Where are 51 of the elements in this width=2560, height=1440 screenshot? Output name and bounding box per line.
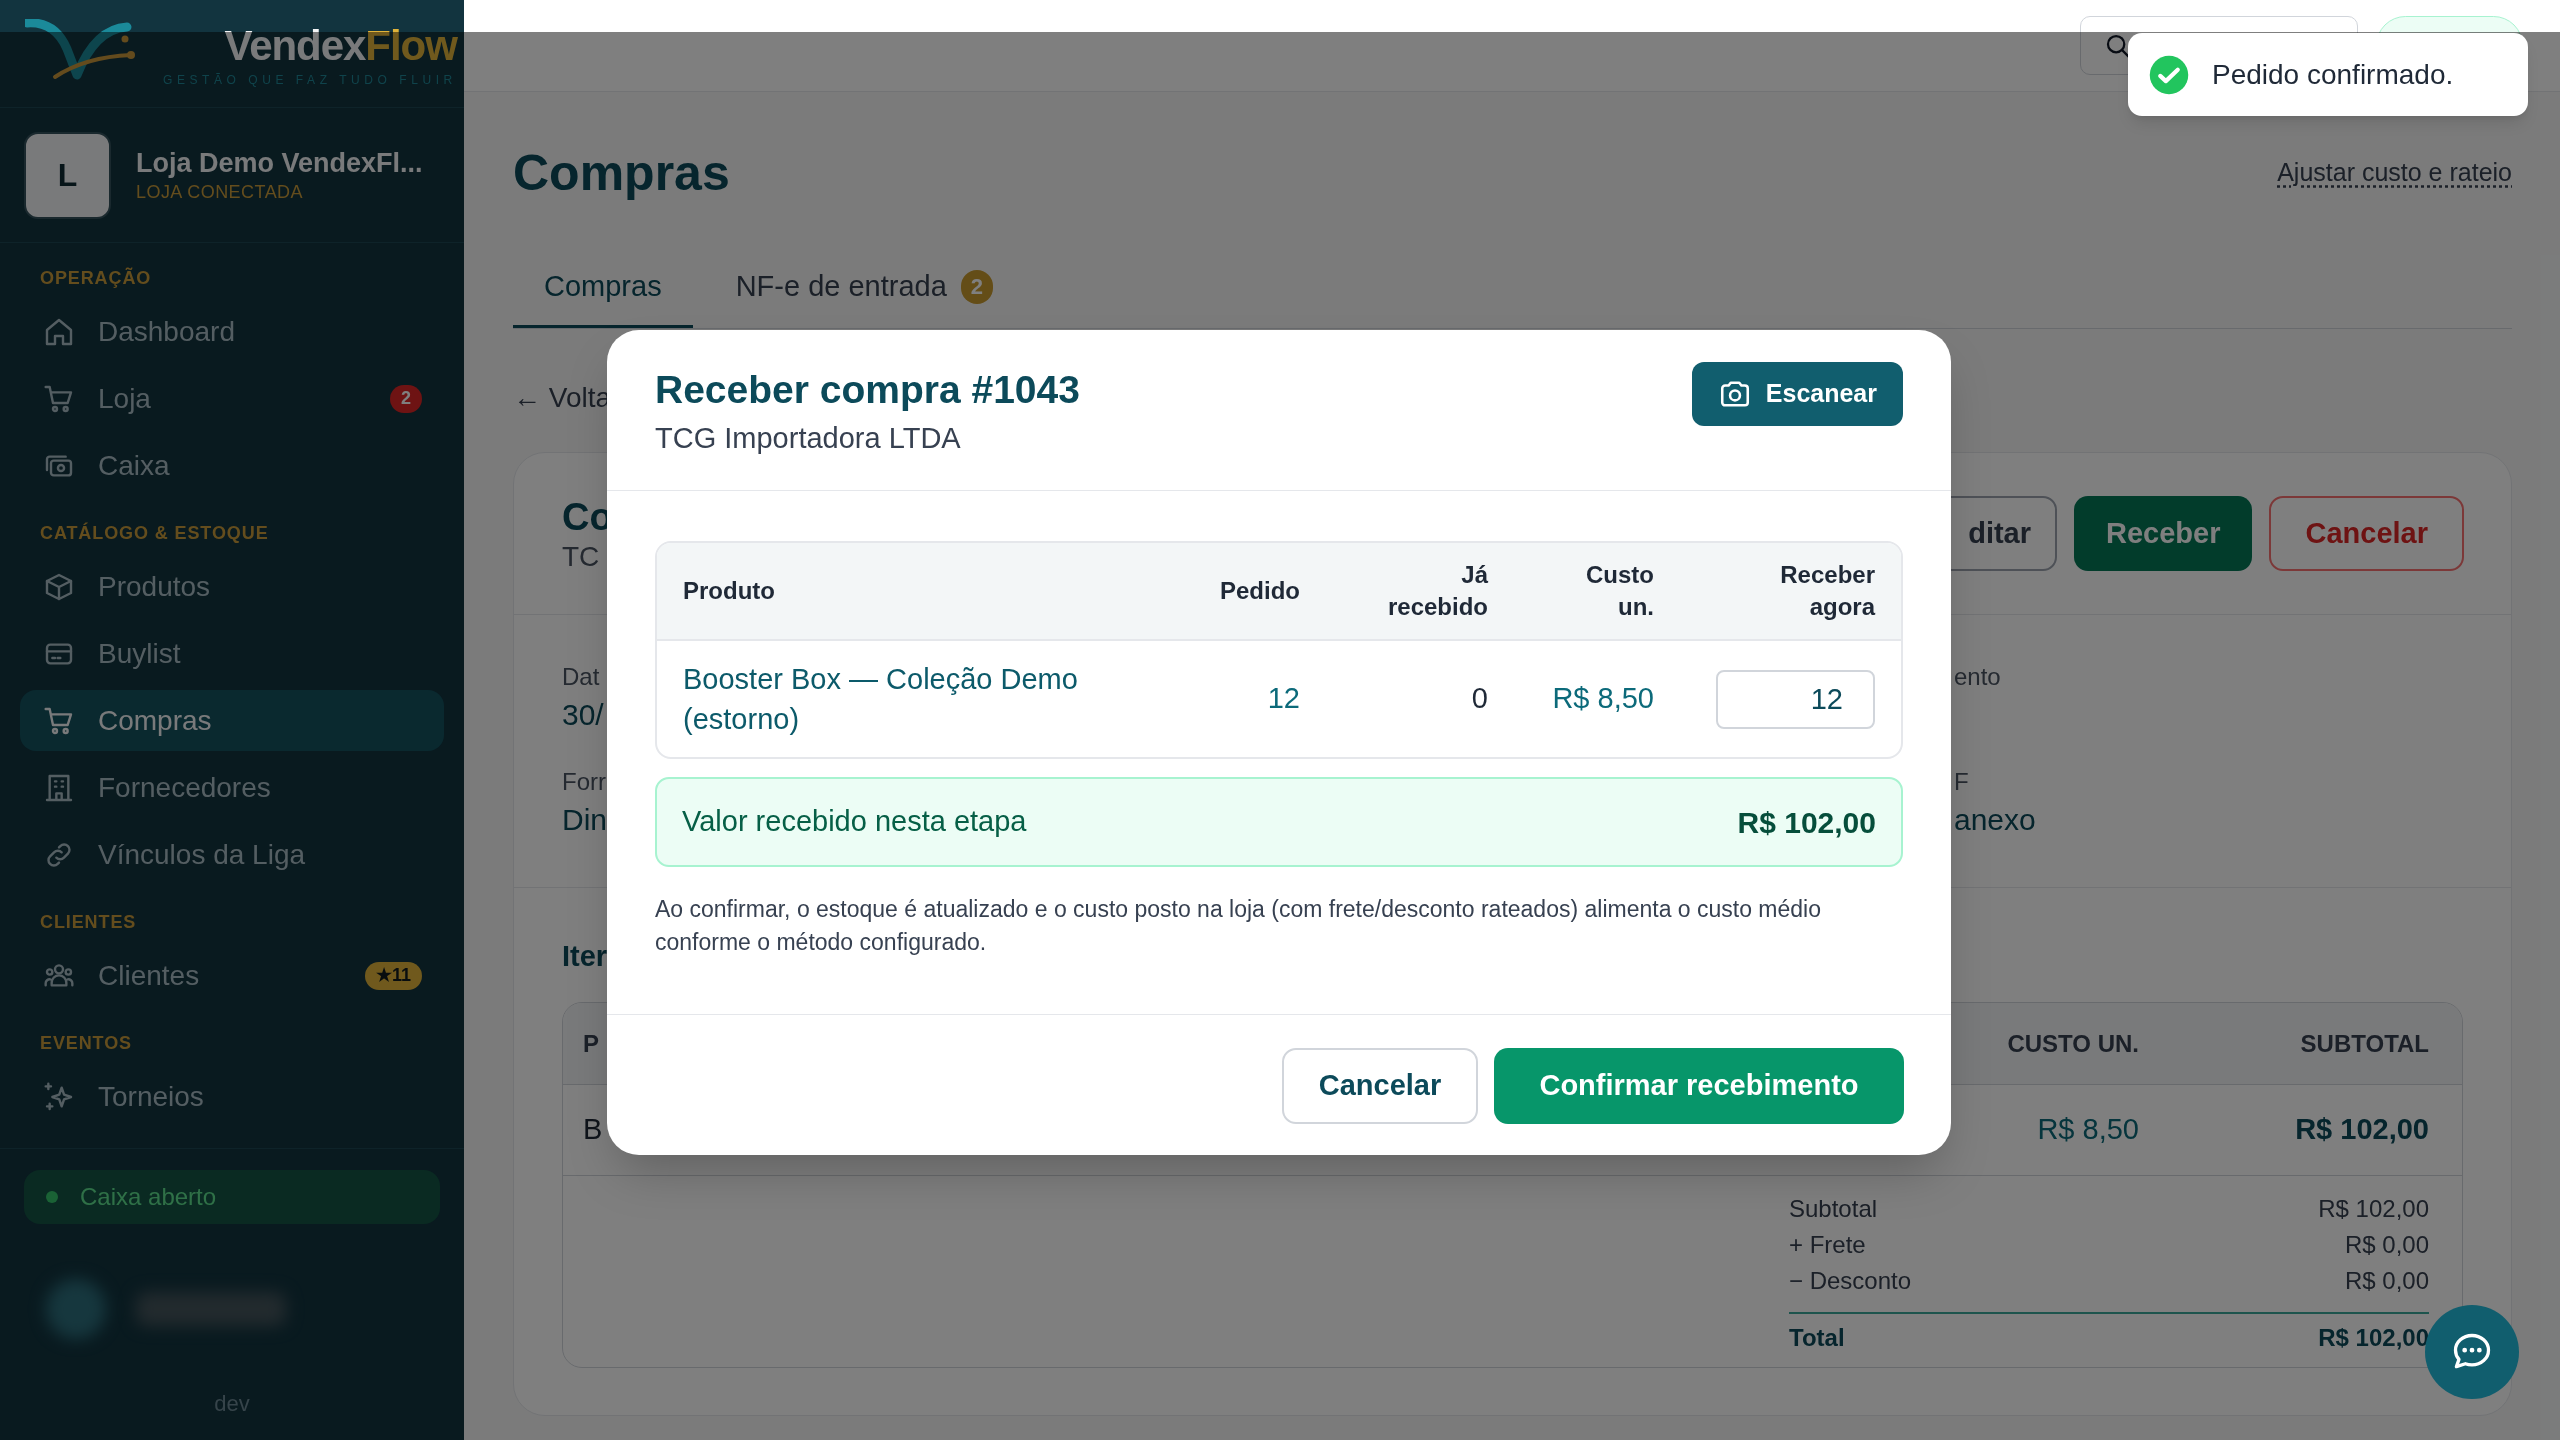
total-value: R$ 102,00 bbox=[2318, 1323, 2429, 1353]
total-label: − Desconto bbox=[1789, 1266, 1912, 1296]
store-avatar: L bbox=[24, 131, 111, 219]
table-cell-text: 12 bbox=[1266, 681, 1300, 717]
detail-label: Dat bbox=[562, 662, 600, 692]
summary-label: Valor recebido nesta etapa bbox=[682, 804, 1027, 840]
column-header: Produto bbox=[683, 576, 775, 606]
total-value: R$ 0,00 bbox=[2344, 1266, 2429, 1296]
store-status: LOJA CONECTADA bbox=[136, 181, 304, 204]
count-badge: 2 bbox=[960, 269, 994, 304]
total-label: Subtotal bbox=[1789, 1194, 1878, 1224]
total-label: + Frete bbox=[1789, 1230, 1866, 1260]
column-header: Custo un. bbox=[1586, 560, 1654, 622]
detail-value: anexo bbox=[1954, 802, 2036, 838]
detail-label: ento bbox=[1954, 662, 2001, 692]
total-label: Total bbox=[1789, 1323, 1845, 1353]
store-name: Loja Demo VendexFl... bbox=[136, 147, 423, 180]
summary-value: R$ 102,00 bbox=[1737, 804, 1876, 841]
toast-message: Pedido confirmado. bbox=[2212, 57, 2454, 92]
column-header: Pedido bbox=[1220, 576, 1300, 606]
page-title: Compras bbox=[513, 144, 730, 203]
count-badge: ★11 bbox=[364, 961, 422, 990]
count-badge: 2 bbox=[390, 384, 422, 413]
table-cell-text: R$ 102,00 bbox=[2294, 1112, 2429, 1148]
cash-status-pill: Caixa aberto bbox=[24, 1170, 440, 1224]
dialog-title: Receber compra #1043 bbox=[655, 367, 1080, 413]
section-heading: EVENTOS bbox=[40, 1033, 132, 1053]
section-heading: CLIENTES bbox=[40, 912, 137, 932]
column-header: Receber agora bbox=[1780, 560, 1875, 622]
table-cell-text: 0 bbox=[1470, 681, 1488, 717]
brand-name: VendexFlow bbox=[224, 20, 457, 71]
column-header: CUSTO UN. bbox=[2006, 1028, 2139, 1059]
total-value: R$ 0,00 bbox=[2344, 1230, 2429, 1260]
table-cell-text: B bbox=[583, 1112, 603, 1148]
column-header: P bbox=[583, 1028, 599, 1059]
detail-label: F bbox=[1954, 767, 1969, 797]
table-cell-text: R$ 8,50 bbox=[2036, 1112, 2139, 1148]
total-value: R$ 102,00 bbox=[2318, 1194, 2429, 1224]
detail-label: Forr bbox=[562, 767, 606, 797]
card-subtitle: TC bbox=[562, 539, 601, 574]
table-cell-text: R$ 8,50 bbox=[1551, 681, 1654, 717]
column-header: SUBTOTAL bbox=[2299, 1028, 2429, 1059]
product-name: Booster Box — Coleção Demo (estorno) bbox=[683, 662, 1079, 737]
section-heading: CATÁLOGO & ESTOQUE bbox=[40, 523, 269, 543]
column-header: Já recebido bbox=[1387, 560, 1488, 622]
detail-value: 30/ bbox=[562, 697, 604, 733]
section-heading: OPERAÇÃO bbox=[40, 268, 152, 288]
info-note: Ao confirmar, o estoque é atualizado e o custo posto na loja (com frete/desconto rateados) alimenta o custo médio conforme o método configurado. bbox=[655, 895, 1822, 957]
detail-value: Din bbox=[562, 802, 607, 838]
section-title: Iter bbox=[562, 939, 608, 974]
dialog-subtitle: TCG Importadora LTDA bbox=[655, 421, 962, 455]
